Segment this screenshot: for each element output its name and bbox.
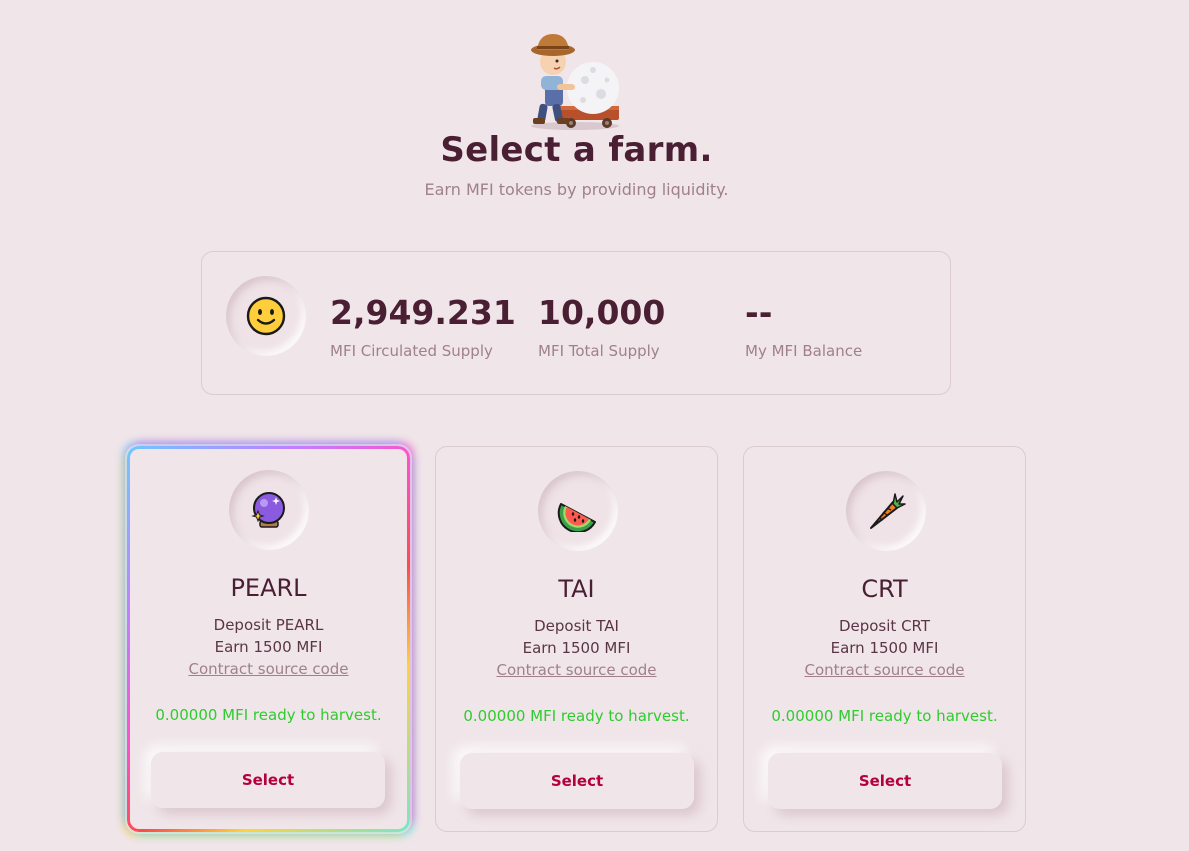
total-supply-stat: 10,000 MFI Total Supply <box>538 292 665 360</box>
circulated-supply-label: MFI Circulated Supply <box>330 342 493 360</box>
circulated-supply-stat: 2,949.231 MFI Circulated Supply <box>330 292 516 360</box>
select-farm-button[interactable]: Select <box>460 753 694 809</box>
farm-card-crt[interactable]: CRT Deposit CRT Earn 1500 MFI Contract s… <box>743 446 1026 832</box>
farm-icon-circle <box>538 471 618 551</box>
farm-contract-row: Contract source code <box>436 661 717 679</box>
farm-icon-circle <box>229 470 309 550</box>
farm-contract-row: Contract source code <box>744 661 1025 679</box>
farm-name: CRT <box>861 575 908 603</box>
farm-harvest-status: 0.00000 MFI ready to harvest. <box>771 707 998 725</box>
my-balance-stat: -- My MFI Balance <box>745 292 862 360</box>
farm-contract-row: Contract source code <box>127 660 410 678</box>
select-farm-button[interactable]: Select <box>768 753 1002 809</box>
farm-earn-text: Earn 1500 MFI <box>214 638 323 656</box>
farm-deposit-text: Deposit CRT <box>838 617 931 635</box>
total-supply-label: MFI Total Supply <box>538 342 660 360</box>
farm-harvest-status: 0.00000 MFI ready to harvest. <box>155 706 382 724</box>
farm-card-pearl[interactable]: PEARL Deposit PEARL Earn 1500 MFI Contra… <box>127 446 410 832</box>
farm-name: PEARL <box>230 574 307 602</box>
supply-stats-panel: 2,949.231 MFI Circulated Supply 10,000 M… <box>201 251 951 395</box>
farm-page: Select a farm. Earn MFI tokens by provid… <box>0 0 1189 851</box>
crystal-ball-icon <box>251 492 285 528</box>
farm-deposit-text: Deposit PEARL <box>213 616 324 634</box>
smiley-face-icon <box>246 296 286 336</box>
select-farm-button[interactable]: Select <box>151 752 385 808</box>
stats-icon-circle <box>226 276 306 356</box>
page-subtitle: Earn MFI tokens by providing liquidity. <box>424 180 729 199</box>
watermelon-icon <box>557 503 596 532</box>
farm-deposit-text: Deposit TAI <box>534 617 619 635</box>
farm-harvest-status: 0.00000 MFI ready to harvest. <box>463 707 690 725</box>
farm-icon-circle <box>846 471 926 551</box>
contract-source-link[interactable]: Contract source code <box>804 661 964 679</box>
circulated-supply-value: 2,949.231 <box>330 293 516 332</box>
contract-source-link[interactable]: Contract source code <box>188 660 348 678</box>
my-balance-value: -- <box>745 293 773 332</box>
carrot-icon <box>870 493 906 529</box>
contract-source-link[interactable]: Contract source code <box>496 661 656 679</box>
farm-earn-text: Earn 1500 MFI <box>830 639 939 657</box>
farm-card-tai[interactable]: TAI Deposit TAI Earn 1500 MFI Contract s… <box>435 446 718 832</box>
page-title: Select a farm. <box>440 130 713 170</box>
my-balance-label: My MFI Balance <box>745 342 863 360</box>
farmer-mascot-illustration <box>523 30 627 132</box>
total-supply-value: 10,000 <box>538 293 666 332</box>
farm-name: TAI <box>558 575 595 603</box>
farm-earn-text: Earn 1500 MFI <box>522 639 631 657</box>
